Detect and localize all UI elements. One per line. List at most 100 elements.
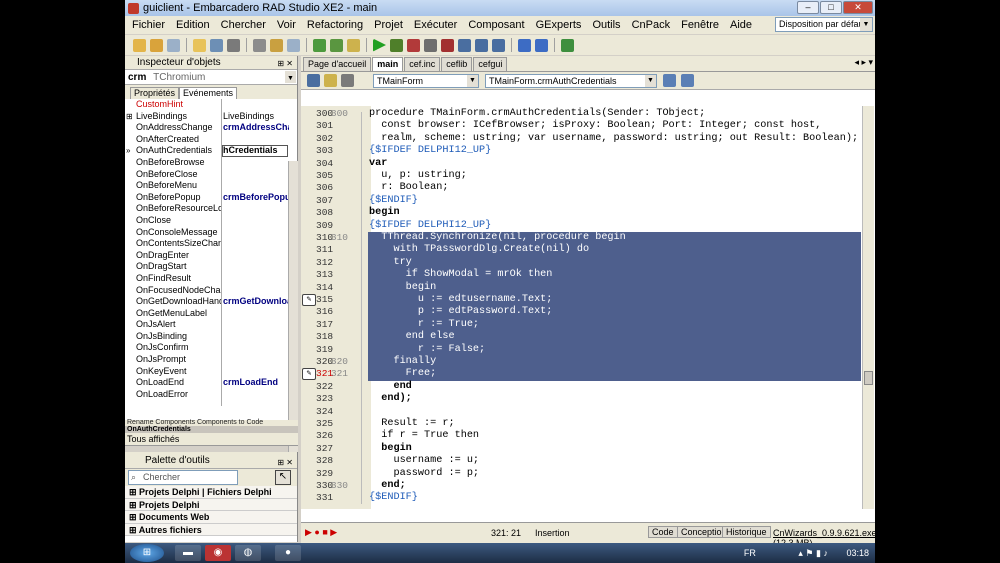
code-line[interactable]: 324: [301, 406, 875, 418]
event-row[interactable]: OnDragStart: [125, 261, 297, 273]
code-line[interactable]: 322 end: [301, 381, 875, 393]
code-line[interactable]: 320 320 finally: [301, 356, 875, 368]
code-line[interactable]: ✎ 321 321 Free;: [301, 368, 875, 381]
code-line[interactable]: 306 r: Boolean;: [301, 182, 875, 194]
tab-history[interactable]: Historique: [722, 526, 771, 538]
structure-icon[interactable]: [341, 74, 354, 87]
code-line[interactable]: 311 with TPasswordDlg.Create(nil) do: [301, 244, 875, 256]
event-row[interactable]: OnBeforeResourceLoad: [125, 203, 297, 215]
code-line[interactable]: 328 username := u;: [301, 455, 875, 467]
event-handler[interactable]: crmBeforePopu: [223, 192, 289, 204]
run-to-cursor-icon[interactable]: [492, 38, 505, 52]
back-icon[interactable]: [518, 38, 531, 52]
event-row[interactable]: OnJsBinding: [125, 331, 297, 343]
event-row[interactable]: OnClose: [125, 215, 297, 227]
method-combo[interactable]: TMainForm.crmAuthCredentials ▼: [485, 74, 657, 88]
maximize-button[interactable]: □: [820, 1, 842, 14]
palette-category[interactable]: ⊞ Projets Delphi: [125, 498, 297, 511]
code-line[interactable]: 327 begin: [301, 443, 875, 455]
menu-item[interactable]: Projet: [374, 19, 403, 31]
menu-item[interactable]: Chercher: [221, 19, 266, 31]
menu-item[interactable]: Edition: [176, 19, 210, 31]
pointer-icon[interactable]: ↖: [275, 470, 291, 485]
new-icon[interactable]: [133, 38, 146, 52]
view-form-icon[interactable]: [287, 38, 300, 52]
file-tab[interactable]: cefgui: [473, 57, 508, 71]
record-icon[interactable]: ▶ ● ■ ▶: [305, 527, 337, 538]
menu-item[interactable]: Fichier: [132, 19, 165, 31]
tray-icons[interactable]: ▴ ⚑ ▮ ♪: [798, 548, 828, 558]
code-line[interactable]: 331 {$ENDIF}: [301, 492, 875, 504]
code-line[interactable]: 323 end);: [301, 393, 875, 405]
code-line[interactable]: 325 Result := r;: [301, 418, 875, 430]
event-row[interactable]: OnAddressChange crmAddressCha: [125, 122, 297, 134]
run-icon[interactable]: [373, 38, 386, 52]
code-line[interactable]: 326 if r = True then: [301, 430, 875, 442]
open-icon[interactable]: [150, 38, 163, 52]
explorer-icon[interactable]: ▬: [175, 545, 201, 561]
save-icon[interactable]: [227, 38, 240, 52]
event-handler[interactable]: LiveBindings: [223, 111, 289, 123]
event-row[interactable]: OnLoadEnd crmLoadEnd: [125, 377, 297, 389]
forward-icon[interactable]: [535, 38, 548, 52]
menu-item[interactable]: Voir: [277, 19, 296, 31]
toggle-form-icon[interactable]: [253, 38, 266, 52]
step-over-icon[interactable]: [475, 38, 488, 52]
event-row[interactable]: OnBeforeMenu: [125, 180, 297, 192]
event-row[interactable]: OnAfterCreated: [125, 134, 297, 146]
menu-item[interactable]: Aide: [730, 19, 752, 31]
event-row[interactable]: CustomHint: [125, 99, 297, 111]
unit-combo[interactable]: TMainForm ▼: [373, 74, 479, 88]
code-line[interactable]: 312 try: [301, 257, 875, 269]
event-row[interactable]: OnBeforePopup crmBeforePopu: [125, 192, 297, 204]
stop-icon[interactable]: [441, 38, 454, 52]
add-file-icon[interactable]: [313, 38, 326, 52]
remove-file-icon[interactable]: [330, 38, 343, 52]
palette-category[interactable]: ⊞ Autres fichiers: [125, 523, 297, 536]
code-line[interactable]: 300 300 procedure TMainForm.crmAuthCredent…: [301, 108, 875, 120]
code-line[interactable]: 319 r := False;: [301, 344, 875, 356]
tab-code[interactable]: Code: [648, 526, 678, 538]
event-handler[interactable]: crmGetDownloa: [223, 296, 289, 308]
inspector-scrollbar[interactable]: [288, 161, 298, 461]
event-row[interactable]: OnKeyEvent: [125, 366, 297, 378]
layout-select[interactable]: Disposition par défaut ▼: [775, 17, 873, 32]
code-line[interactable]: 330 330 end;: [301, 480, 875, 492]
code-nav-icon[interactable]: [324, 74, 337, 87]
menu-item[interactable]: GExperts: [536, 19, 582, 31]
event-row[interactable]: OnJsConfirm: [125, 342, 297, 354]
event-handler[interactable]: crmLoadEnd: [223, 377, 289, 389]
refresh-icon[interactable]: [307, 74, 320, 87]
close-button[interactable]: ✕: [843, 1, 873, 14]
menu-item[interactable]: Composant: [468, 19, 524, 31]
menu-item[interactable]: Outils: [592, 19, 620, 31]
palette-category[interactable]: ⊞ Documents Web: [125, 511, 297, 524]
menu-item[interactable]: Exécuter: [414, 19, 457, 31]
event-row[interactable]: OnDragEnter: [125, 250, 297, 262]
palette-search-input[interactable]: ⌕ Chercher: [128, 470, 238, 485]
code-line[interactable]: 301 const browser: ICefBrowser; isProxy:…: [301, 120, 875, 132]
code-line[interactable]: 316 p := edtPassword.Text;: [301, 306, 875, 318]
code-area[interactable]: 300 300 procedure TMainForm.crmAuthCredent…: [301, 106, 875, 509]
sync-edit-icon[interactable]: [681, 74, 694, 87]
code-line[interactable]: 317 r := True;: [301, 319, 875, 331]
tab-properties[interactable]: Propriétés: [130, 87, 180, 99]
event-row[interactable]: OnBeforeClose: [125, 169, 297, 181]
code-line[interactable]: ✎ 315 u := edtusername.Text;: [301, 294, 875, 306]
tab-events[interactable]: Evénements: [179, 87, 238, 99]
new-items-icon[interactable]: [193, 38, 206, 52]
code-line[interactable]: 310 310 TThread.Synchronize(nil, procedur…: [301, 232, 875, 244]
code-line[interactable]: 318 end else: [301, 331, 875, 343]
open-project-icon[interactable]: [210, 38, 223, 52]
delphi-icon[interactable]: ◉: [205, 545, 231, 561]
code-line[interactable]: 308 begin: [301, 207, 875, 219]
project-options-icon[interactable]: [347, 38, 360, 52]
save-all-icon[interactable]: [167, 38, 180, 52]
event-row[interactable]: OnFindResult: [125, 273, 297, 285]
clock[interactable]: 03:18: [846, 548, 869, 558]
code-line[interactable]: 309 {$IFDEF DELPHI12_UP}: [301, 220, 875, 232]
view-unit-icon[interactable]: [270, 38, 283, 52]
code-line[interactable]: 314 begin: [301, 282, 875, 294]
event-row[interactable]: OnJsAlert: [125, 319, 297, 331]
step-into-icon[interactable]: [458, 38, 471, 52]
